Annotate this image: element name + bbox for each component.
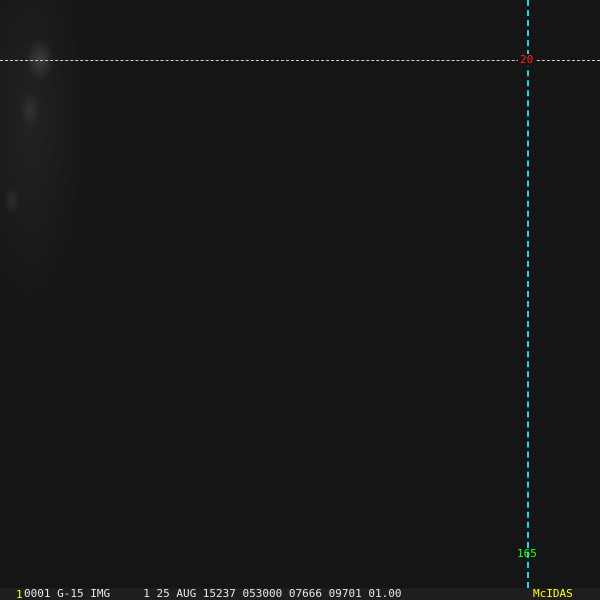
longitude-grid-line: [527, 0, 529, 588]
longitude-label: 165: [517, 547, 537, 560]
frame-number: 1: [16, 588, 23, 600]
mcidas-display: 20 165 1 0001 G-15 IMG 1 25 AUG 15237 05…: [0, 0, 600, 600]
image-info: 0001 G-15 IMG 1 25 AUG 15237 053000 0766…: [24, 587, 402, 600]
latitude-grid-line: [0, 60, 600, 61]
status-bar: 1 0001 G-15 IMG 1 25 AUG 15237 053000 07…: [0, 588, 600, 600]
mcidas-brand: McIDAS: [533, 587, 573, 600]
latitude-label: 20: [518, 53, 536, 66]
satellite-image[interactable]: [0, 0, 600, 588]
